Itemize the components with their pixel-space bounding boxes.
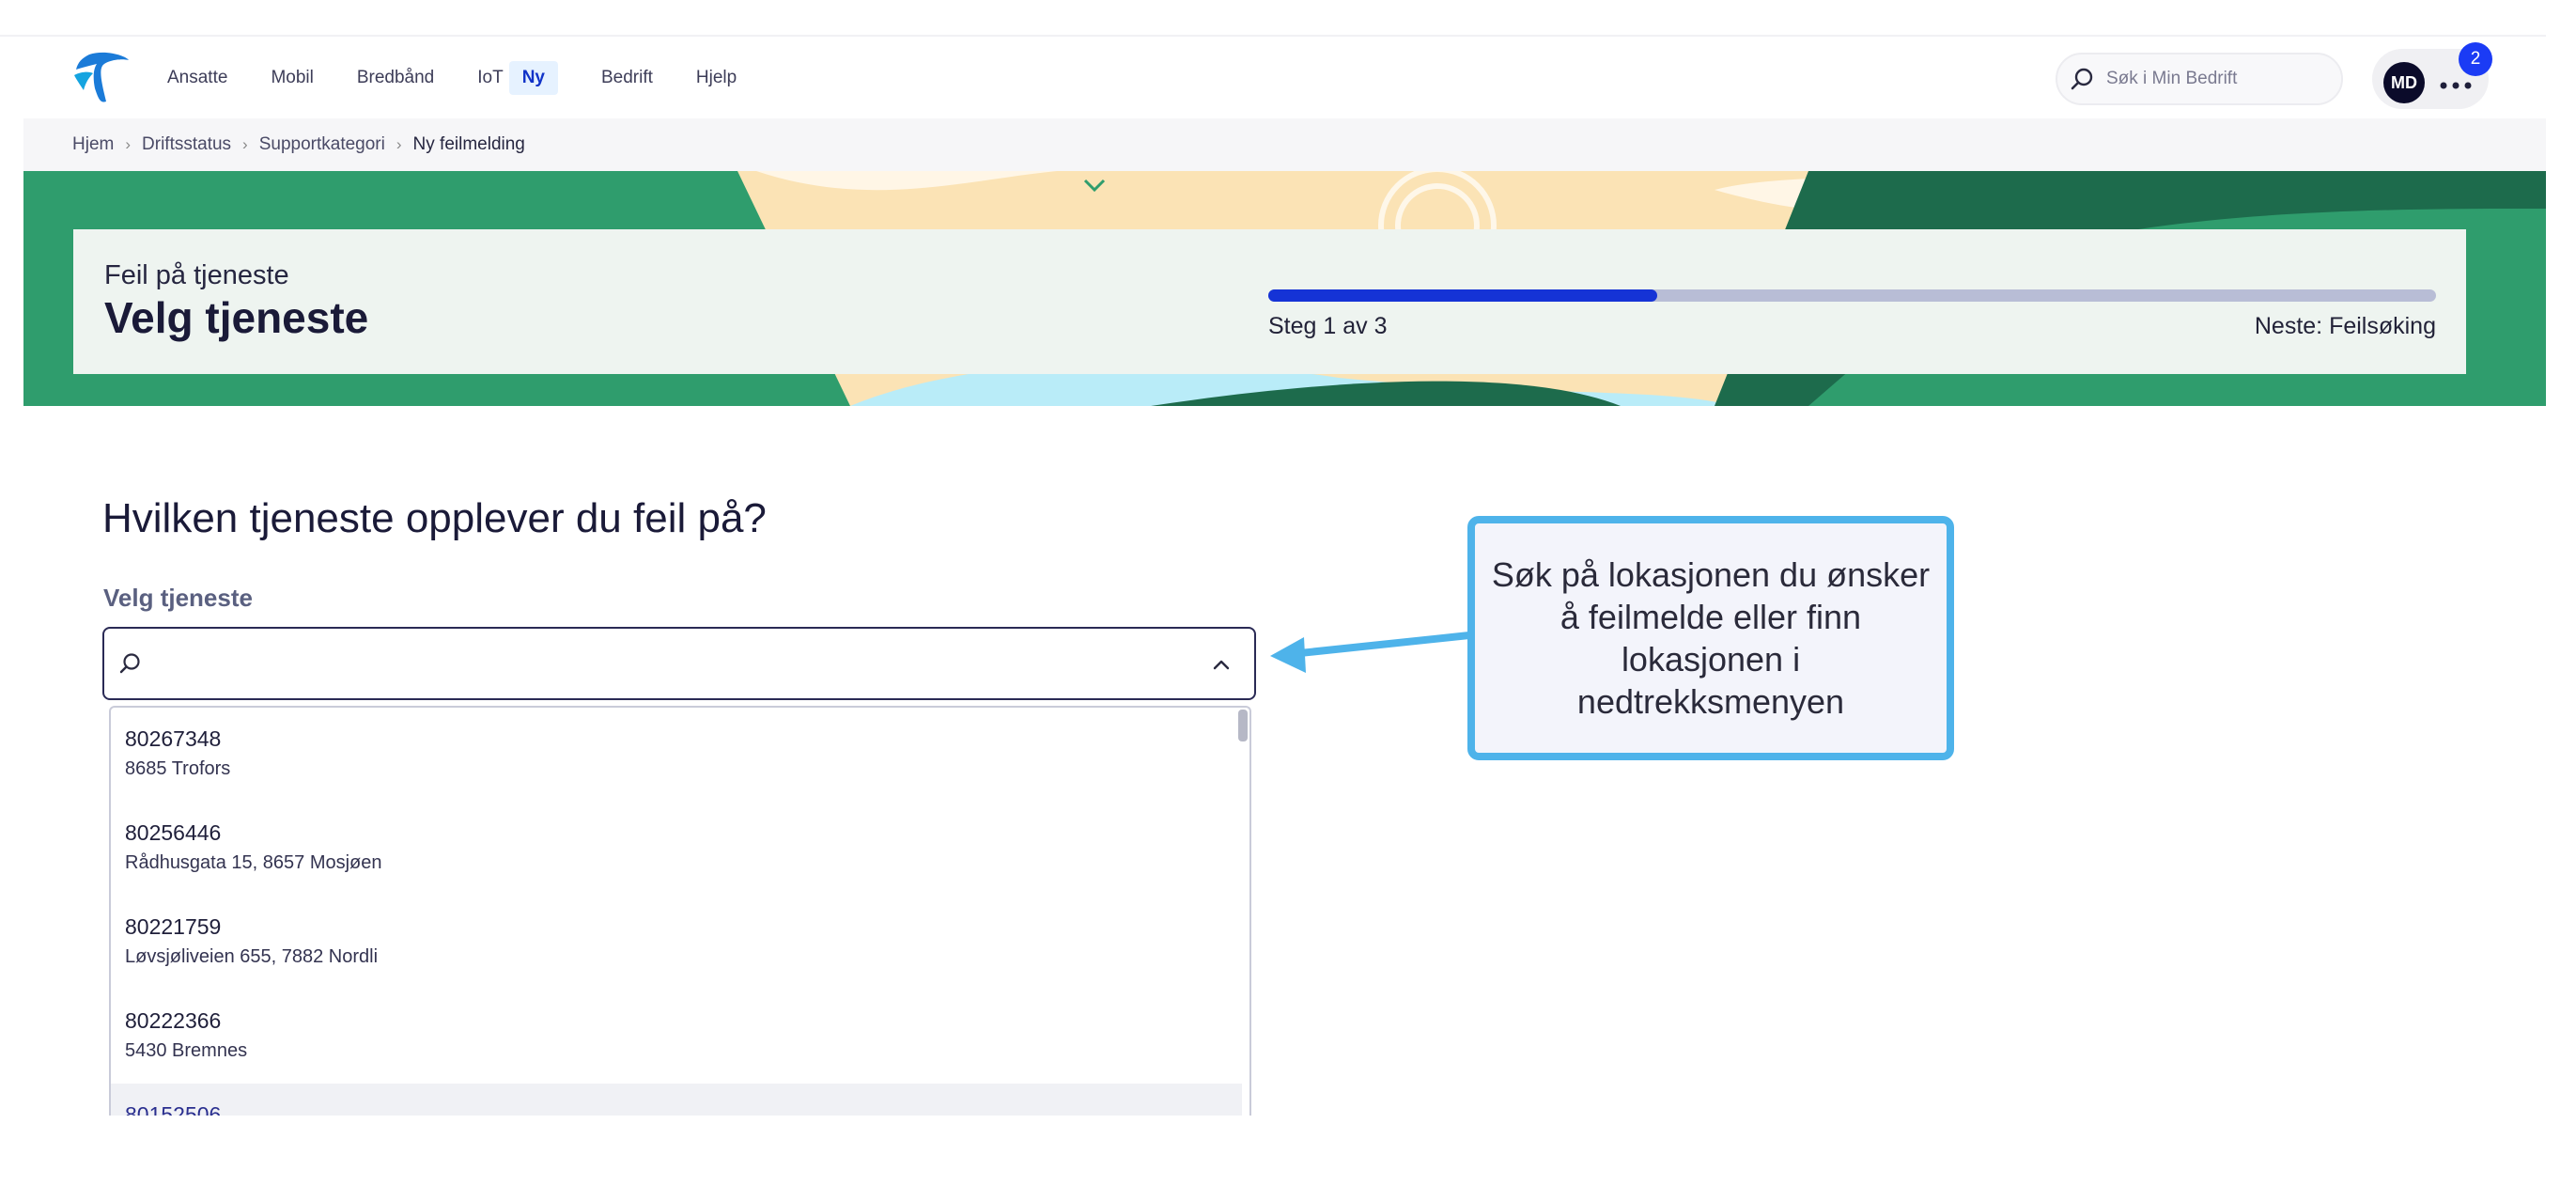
search-icon bbox=[2071, 68, 2093, 90]
top-divider bbox=[0, 35, 2546, 37]
telia-logo-icon[interactable] bbox=[72, 51, 131, 103]
service-dropdown-list[interactable]: 80267348 8685 Trofors 80256446 Rådhusgat… bbox=[109, 706, 1251, 1186]
main-nav: Ansatte Mobil Bredbånd IoT Ny Bedrift Hj… bbox=[167, 38, 780, 118]
nav-item-bredband[interactable]: Bredbånd bbox=[357, 68, 434, 88]
step-indicator: Steg 1 av 3 bbox=[1268, 313, 1388, 339]
chevron-up-icon[interactable] bbox=[1211, 655, 1232, 674]
list-item[interactable]: 80221759 Løvsjøliveien 655, 7882 Nordli bbox=[111, 896, 1242, 990]
breadcrumb-bar: Hjem › Driftsstatus › Supportkategori › … bbox=[23, 118, 2546, 171]
search-icon bbox=[119, 653, 140, 674]
service-combobox[interactable] bbox=[102, 627, 1256, 700]
nav-item-iot[interactable]: IoT Ny bbox=[477, 61, 558, 95]
scrollbar[interactable] bbox=[1238, 710, 1248, 741]
option-number: 80267348 bbox=[125, 726, 222, 751]
instruction-callout: Søk på lokasjonen du ønsker å feilmelde … bbox=[1467, 516, 1954, 760]
list-item[interactable]: 80222366 5430 Bremnes bbox=[111, 990, 1242, 1084]
option-address: 8685 Trofors bbox=[125, 758, 231, 779]
top-header: Ansatte Mobil Bredbånd IoT Ny Bedrift Hj… bbox=[23, 38, 2546, 118]
callout-arrow-icon bbox=[1270, 632, 1473, 673]
callout-text: Søk på lokasjonen du ønsker å feilmelde … bbox=[1491, 555, 1931, 721]
page-bottom bbox=[0, 1116, 2576, 1186]
breadcrumb: Hjem › Driftsstatus › Supportkategori › … bbox=[72, 118, 525, 171]
option-number: 80256446 bbox=[125, 820, 222, 845]
new-badge: Ny bbox=[508, 61, 558, 95]
next-step-label: Neste: Feilsøking bbox=[2254, 313, 2436, 339]
search-placeholder: Søk i Min Bedrift bbox=[2106, 69, 2238, 88]
option-address: 5430 Bremnes bbox=[125, 1040, 248, 1061]
breadcrumb-current: Ny feilmelding bbox=[412, 134, 525, 154]
list-item[interactable]: 80267348 8685 Trofors bbox=[111, 708, 1242, 802]
chevron-right-icon: › bbox=[242, 135, 248, 153]
hero-card: Feil på tjeneste Velg tjeneste Steg 1 av… bbox=[73, 229, 2466, 374]
hero-banner: Feil på tjeneste Velg tjeneste Steg 1 av… bbox=[23, 171, 2546, 406]
chevron-right-icon: › bbox=[125, 135, 132, 153]
nav-item-hjelp[interactable]: Hjelp bbox=[696, 68, 737, 88]
field-label: Velg tjeneste bbox=[103, 584, 253, 612]
progress-fill bbox=[1268, 289, 1657, 302]
option-address: Rådhusgata 15, 8657 Mosjøen bbox=[125, 852, 382, 873]
progress-bar bbox=[1268, 289, 2436, 302]
nav-item-iot-label[interactable]: IoT bbox=[477, 68, 503, 88]
nav-item-bedrift[interactable]: Bedrift bbox=[601, 68, 653, 88]
site-search-input[interactable]: Søk i Min Bedrift bbox=[2056, 53, 2343, 105]
question-heading: Hvilken tjeneste opplever du feil på? bbox=[102, 495, 767, 541]
avatar[interactable]: MD bbox=[2383, 62, 2425, 103]
option-number: 80221759 bbox=[125, 914, 222, 939]
page-title: Velg tjeneste bbox=[104, 293, 369, 342]
notification-badge: 2 bbox=[2459, 42, 2492, 76]
breadcrumb-supportkategori[interactable]: Supportkategori bbox=[259, 134, 385, 155]
option-address: Løvsjøliveien 655, 7882 Nordli bbox=[125, 946, 379, 967]
list-item[interactable]: 80256446 Rådhusgata 15, 8657 Mosjøen bbox=[111, 802, 1242, 896]
chevron-right-icon: › bbox=[396, 135, 402, 153]
hero-subtitle: Feil på tjeneste bbox=[104, 260, 289, 290]
breadcrumb-hjem[interactable]: Hjem bbox=[72, 134, 114, 155]
more-icon[interactable] bbox=[2439, 82, 2473, 89]
breadcrumb-driftsstatus[interactable]: Driftsstatus bbox=[142, 134, 231, 155]
option-number: 80222366 bbox=[125, 1008, 222, 1033]
nav-item-ansatte[interactable]: Ansatte bbox=[167, 68, 227, 88]
nav-item-mobil[interactable]: Mobil bbox=[271, 68, 313, 88]
